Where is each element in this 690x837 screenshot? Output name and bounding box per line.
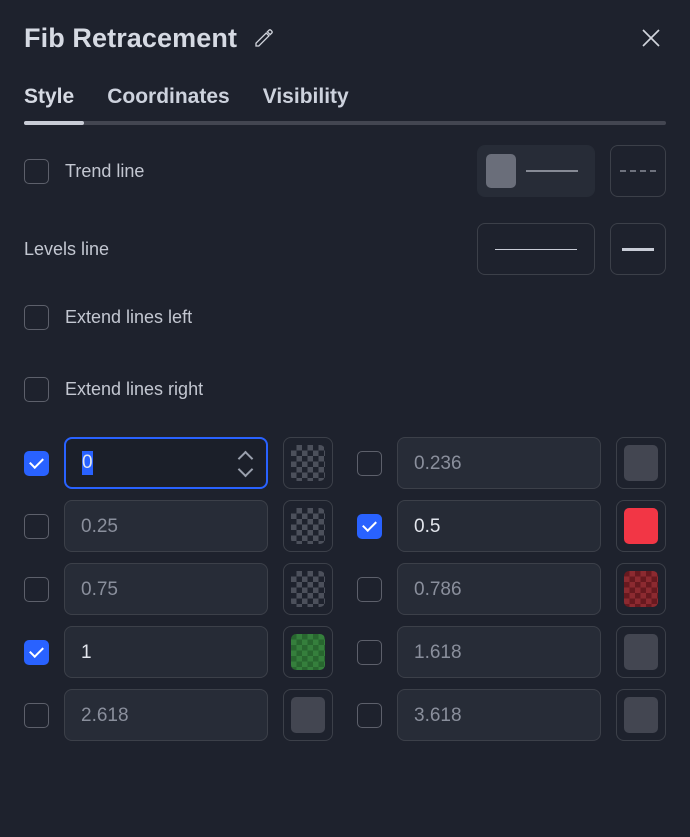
- level-item: 0.5: [357, 500, 666, 552]
- color-chip: [291, 445, 325, 481]
- level-color-button-0236[interactable]: [616, 437, 666, 489]
- level-value-text: 1: [65, 643, 92, 662]
- trend-line-style-button[interactable]: [477, 145, 595, 197]
- levels-line-width-button[interactable]: [477, 223, 595, 275]
- level-item: 2.618: [24, 689, 333, 741]
- level-item: 0.75: [24, 563, 333, 615]
- tab-active-indicator: [24, 121, 84, 125]
- level-value-text: 0: [82, 451, 93, 475]
- color-chip: [624, 634, 658, 670]
- trend-line-checkbox[interactable]: [24, 159, 49, 184]
- level-value-input-1618[interactable]: 1.618: [397, 626, 601, 678]
- level-color-button-025[interactable]: [283, 500, 333, 552]
- levels-line-thick-button[interactable]: [610, 223, 666, 275]
- level-value-text: 0.786: [398, 580, 462, 599]
- level-value-input-0786[interactable]: 0.786: [397, 563, 601, 615]
- level-color-button-0[interactable]: [283, 437, 333, 489]
- level-item: 3.618: [357, 689, 666, 741]
- level-color-button-075[interactable]: [283, 563, 333, 615]
- style-panel: Trend line Levels line Extend lines left: [0, 139, 690, 425]
- close-icon-svg: [638, 25, 664, 51]
- close-icon[interactable]: [636, 23, 666, 53]
- dialog-header: Fib Retracement: [0, 0, 690, 52]
- level-value-input-0236[interactable]: 0.236: [397, 437, 601, 489]
- tab-list: Style Coordinates Visibility: [24, 86, 666, 121]
- pencil-icon-svg: [252, 26, 276, 50]
- thin-line-icon: [495, 249, 577, 250]
- level-value-input-3618[interactable]: 3.618: [397, 689, 601, 741]
- level-value-text: 0.75: [65, 580, 118, 599]
- color-chip: [624, 697, 658, 733]
- extend-lines-left-label: Extend lines left: [65, 307, 192, 328]
- trend-line-color-swatch: [486, 154, 516, 188]
- level-checkbox-3618[interactable]: [357, 703, 382, 728]
- color-chip: [291, 508, 325, 544]
- color-chip: [291, 634, 325, 670]
- color-chip: [291, 571, 325, 607]
- level-value-text: 1.618: [398, 643, 462, 662]
- level-checkbox-1[interactable]: [24, 640, 49, 665]
- level-value-input-0[interactable]: 0: [64, 437, 268, 489]
- chevron-up-icon[interactable]: [239, 452, 252, 459]
- levels-line-row: Levels line: [24, 217, 666, 281]
- tab-style[interactable]: Style: [24, 86, 74, 121]
- extend-lines-right-label: Extend lines right: [65, 379, 203, 400]
- extend-lines-left-row: Extend lines left: [24, 281, 666, 353]
- color-chip: [291, 697, 325, 733]
- level-checkbox-2618[interactable]: [24, 703, 49, 728]
- pencil-icon[interactable]: [251, 25, 277, 51]
- thick-line-icon: [622, 248, 654, 251]
- level-value-input-05[interactable]: 0.5: [397, 500, 601, 552]
- level-value-input-1[interactable]: 1: [64, 626, 268, 678]
- level-color-button-2618[interactable]: [283, 689, 333, 741]
- tab-coordinates[interactable]: Coordinates: [107, 86, 230, 121]
- color-chip: [624, 508, 658, 544]
- level-checkbox-0236[interactable]: [357, 451, 382, 476]
- solid-line-icon: [526, 170, 578, 172]
- level-checkbox-075[interactable]: [24, 577, 49, 602]
- level-value-input-2618[interactable]: 2.618: [64, 689, 268, 741]
- tab-underline-track: [24, 121, 666, 125]
- level-value-input-075[interactable]: 0.75: [64, 563, 268, 615]
- trend-line-label: Trend line: [65, 161, 144, 182]
- color-chip: [624, 571, 658, 607]
- level-item: 0.25: [24, 500, 333, 552]
- dashed-line-icon: [620, 170, 656, 172]
- level-value-text: 0.236: [398, 454, 462, 473]
- level-value-input-025[interactable]: 0.25: [64, 500, 268, 552]
- tab-bar: Style Coordinates Visibility: [0, 86, 690, 125]
- tab-visibility[interactable]: Visibility: [263, 86, 349, 121]
- level-spinner-0[interactable]: [239, 439, 252, 487]
- level-color-button-0786[interactable]: [616, 563, 666, 615]
- level-value-text: 0.25: [65, 517, 118, 536]
- level-value-text: 0.5: [398, 517, 440, 536]
- level-item: 1.618: [357, 626, 666, 678]
- chevron-down-icon[interactable]: [239, 467, 252, 474]
- page-title: Fib Retracement: [24, 25, 237, 52]
- level-item: 0.236: [357, 437, 666, 489]
- level-checkbox-1618[interactable]: [357, 640, 382, 665]
- level-checkbox-0[interactable]: [24, 451, 49, 476]
- color-chip: [624, 445, 658, 481]
- extend-lines-right-row: Extend lines right: [24, 353, 666, 425]
- trend-line-row: Trend line: [24, 139, 666, 203]
- level-checkbox-0786[interactable]: [357, 577, 382, 602]
- fib-levels-grid: 0 0.236 0.25 0.5: [0, 437, 690, 741]
- level-item: 0.786: [357, 563, 666, 615]
- level-item: 0: [24, 437, 333, 489]
- level-color-button-3618[interactable]: [616, 689, 666, 741]
- extend-lines-right-checkbox[interactable]: [24, 377, 49, 402]
- level-color-button-05[interactable]: [616, 500, 666, 552]
- level-item: 1: [24, 626, 333, 678]
- level-value-text: 3.618: [398, 706, 462, 725]
- extend-lines-left-checkbox[interactable]: [24, 305, 49, 330]
- level-checkbox-05[interactable]: [357, 514, 382, 539]
- level-color-button-1[interactable]: [283, 626, 333, 678]
- level-value-text: 2.618: [65, 706, 129, 725]
- level-checkbox-025[interactable]: [24, 514, 49, 539]
- level-color-button-1618[interactable]: [616, 626, 666, 678]
- trend-line-dash-button[interactable]: [610, 145, 666, 197]
- levels-line-label: Levels line: [24, 239, 109, 260]
